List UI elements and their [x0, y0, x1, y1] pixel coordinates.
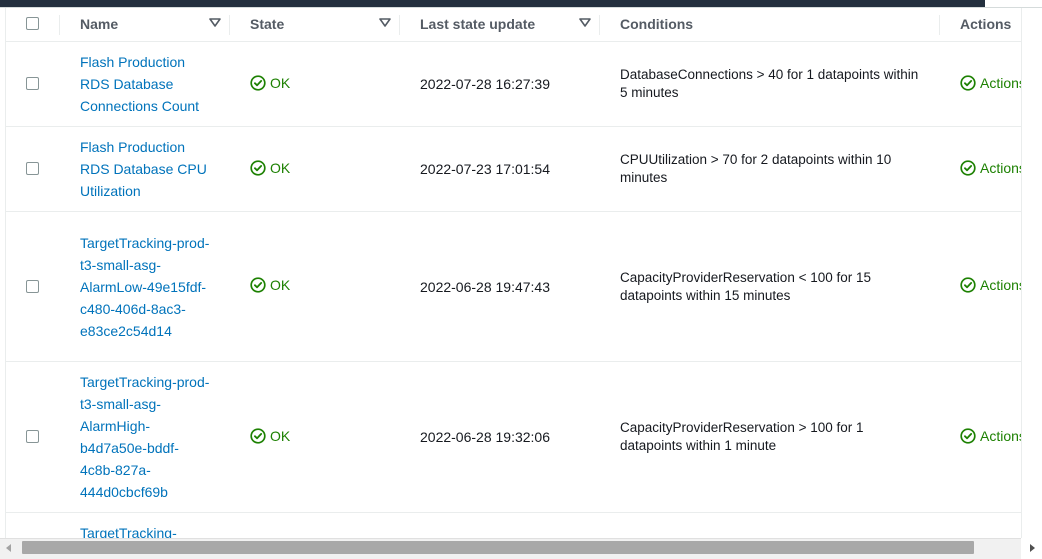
- table-header-row: Name State Last state update Conditions …: [6, 8, 1021, 42]
- row-checkbox[interactable]: [26, 77, 39, 90]
- state-label: OK: [270, 74, 291, 91]
- actions-status: Actions enabled: [960, 277, 1021, 293]
- row-checkbox[interactable]: [26, 162, 39, 175]
- actions-cell: Actions enabled: [940, 126, 1021, 212]
- scroll-right-arrow-icon[interactable]: [1030, 544, 1035, 552]
- alarm-name-cell: TargetTracking-prod-t3-small-asg-AlarmLo…: [60, 211, 230, 362]
- select-all-header: [6, 8, 60, 42]
- alarm-name-cell: TargetTracking-: [60, 512, 230, 538]
- scroll-left-arrow-icon[interactable]: [6, 544, 11, 552]
- actions-label: Actions enabled: [980, 159, 1021, 176]
- table-row: Flash Production RDS Database Connection…: [6, 41, 1021, 127]
- state-cell: OK: [230, 41, 400, 127]
- table-row: Flash Production RDS Database CPU Utiliz…: [6, 126, 1021, 212]
- column-header-label: Conditions: [620, 16, 694, 32]
- status-positive-icon: [250, 427, 266, 444]
- state-ok: OK: [250, 428, 290, 444]
- table-row: TargetTracking-prod-t3-small-asg-AlarmHi…: [6, 361, 1021, 513]
- actions-label: Actions enabled: [980, 277, 1021, 293]
- alarm-name-link[interactable]: Flash Production RDS Database CPU Utiliz…: [80, 136, 210, 202]
- conditions-cell: CapacityProviderReservation < 100 for 15…: [600, 211, 940, 362]
- row-checkbox[interactable]: [26, 279, 39, 293]
- status-positive-icon: [250, 277, 266, 293]
- actions-status: Actions enabled: [960, 428, 1021, 444]
- table-row: TargetTracking-: [6, 512, 1021, 538]
- state-cell: OK: [230, 126, 400, 212]
- row-select-cell: [6, 126, 60, 212]
- column-header-actions[interactable]: Actions: [940, 8, 1021, 42]
- status-positive-icon: [960, 159, 976, 176]
- row-select-cell: [6, 211, 60, 362]
- row-select-cell: [6, 512, 60, 538]
- alarm-name-link[interactable]: Flash Production RDS Database Connection…: [80, 51, 210, 117]
- state-label: OK: [270, 427, 291, 444]
- status-positive-icon: [250, 74, 266, 91]
- last-update-cell: 2022-07-28 16:27:39: [400, 41, 600, 127]
- alarm-name-cell: TargetTracking-prod-t3-small-asg-AlarmHi…: [60, 361, 230, 513]
- row-select-cell: [6, 41, 60, 127]
- conditions-cell: DatabaseConnections > 40 for 1 datapoint…: [600, 41, 940, 127]
- state-label: OK: [270, 159, 291, 176]
- state-cell: OK: [230, 361, 400, 513]
- last-update-cell: 2022-06-28 19:32:06: [400, 361, 600, 513]
- actions-cell: Actions enabled: [940, 211, 1021, 362]
- alarm-name-link[interactable]: TargetTracking-prod-t3-small-asg-AlarmLo…: [80, 232, 210, 342]
- actions-label: Actions enabled: [980, 427, 1021, 444]
- state-cell: [230, 512, 400, 538]
- top-bar: [0, 0, 1042, 7]
- vertical-scrollbar-track[interactable]: [1021, 8, 1042, 538]
- last-update-cell: [400, 512, 600, 538]
- conditions-cell: CPUUtilization > 70 for 2 datapoints wit…: [600, 126, 940, 212]
- alarm-name-cell: Flash Production RDS Database CPU Utiliz…: [60, 126, 230, 212]
- row-checkbox[interactable]: [26, 430, 39, 443]
- alarms-table: Name State Last state update Conditions …: [6, 8, 1021, 538]
- state-ok: OK: [250, 75, 290, 91]
- state-label: OK: [270, 277, 291, 293]
- column-header-label: Last state update: [420, 16, 536, 32]
- actions-cell: [940, 512, 1021, 538]
- actions-cell: Actions enabled: [940, 41, 1021, 127]
- status-positive-icon: [960, 74, 976, 91]
- column-header-state[interactable]: State: [230, 8, 400, 42]
- column-header-label: State: [250, 16, 285, 32]
- column-header-conditions[interactable]: Conditions: [600, 8, 940, 42]
- conditions-cell: CapacityProviderReservation > 100 for 1 …: [600, 361, 940, 513]
- horizontal-scrollbar[interactable]: [0, 538, 1035, 559]
- actions-status: Actions enabled: [960, 75, 1021, 91]
- conditions-cell: [600, 512, 940, 538]
- state-cell: OK: [230, 211, 400, 362]
- alarm-name-cell: Flash Production RDS Database Connection…: [60, 41, 230, 127]
- select-all-checkbox[interactable]: [26, 17, 39, 30]
- scrollbar-thumb[interactable]: [22, 541, 974, 554]
- column-header-name[interactable]: Name: [60, 8, 230, 42]
- table-row: TargetTracking-prod-t3-small-asg-AlarmLo…: [6, 211, 1021, 362]
- actions-label: Actions enabled: [980, 74, 1021, 91]
- status-positive-icon: [960, 427, 976, 444]
- alarms-table-container: Name State Last state update Conditions …: [0, 8, 1021, 538]
- actions-status: Actions enabled: [960, 160, 1021, 176]
- column-header-last-update[interactable]: Last state update: [400, 8, 600, 42]
- status-positive-icon: [960, 277, 976, 293]
- state-ok: OK: [250, 160, 290, 176]
- column-header-label: Actions: [960, 16, 1012, 32]
- alarm-name-link[interactable]: TargetTracking-: [80, 522, 210, 538]
- column-header-label: Name: [80, 16, 119, 32]
- alarm-name-link[interactable]: TargetTracking-prod-t3-small-asg-AlarmHi…: [80, 371, 210, 503]
- last-update-cell: 2022-07-23 17:01:54: [400, 126, 600, 212]
- state-ok: OK: [250, 277, 290, 293]
- actions-cell: Actions enabled: [940, 361, 1021, 513]
- row-select-cell: [6, 361, 60, 513]
- last-update-cell: 2022-06-28 19:47:43: [400, 211, 600, 362]
- status-positive-icon: [250, 159, 266, 176]
